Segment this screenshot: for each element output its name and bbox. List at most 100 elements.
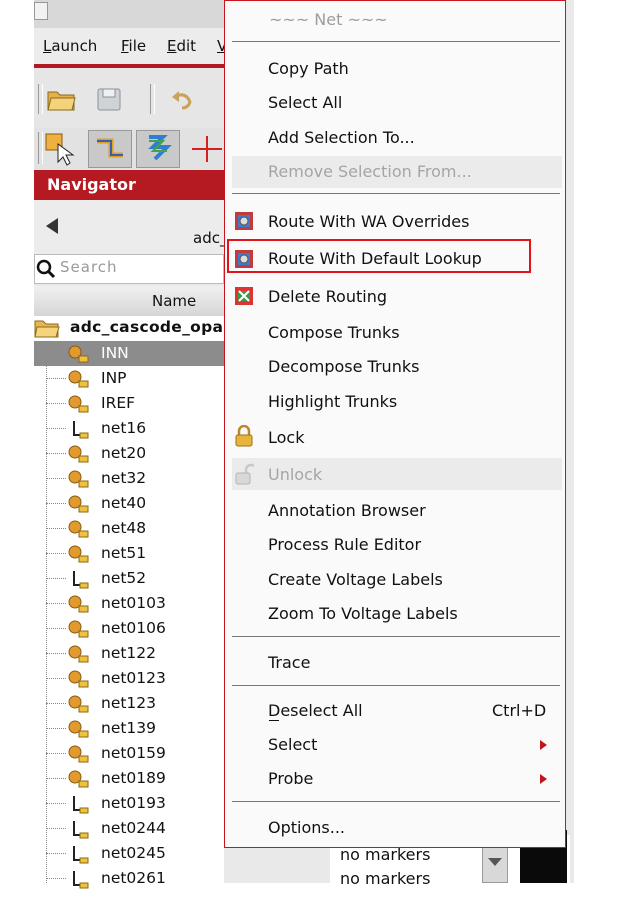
crosshair-icon[interactable] — [190, 134, 224, 168]
tree-connector — [46, 628, 66, 629]
tree-net-row[interactable]: net0123 — [34, 666, 224, 691]
tree-connector — [46, 453, 66, 454]
menu-separator — [232, 801, 560, 802]
tree-net-row[interactable]: net0189 — [34, 766, 224, 791]
tree-net-row[interactable]: net0103 — [34, 591, 224, 616]
add-selection-to-item[interactable]: Add Selection To... — [268, 128, 415, 148]
trunk-tool-button[interactable] — [136, 130, 180, 168]
tree-net-row[interactable]: net48 — [34, 516, 224, 541]
toolbar-grip — [150, 84, 155, 114]
tree-connector — [46, 753, 66, 754]
delete-routing-item[interactable]: Delete Routing — [268, 287, 387, 307]
highlight-trunks-item[interactable]: Highlight Trunks — [268, 392, 397, 412]
toolbar-grip — [38, 132, 43, 164]
tree-net-row[interactable]: net40 — [34, 491, 224, 516]
tree-net-label: INN — [101, 344, 129, 362]
column-name-label: Name — [152, 292, 197, 310]
select-pointer-icon[interactable] — [44, 132, 80, 170]
net-pin-icon — [66, 444, 89, 464]
tree-connector — [46, 503, 66, 504]
deselect-all-item[interactable]: Deselect All — [268, 701, 363, 721]
back-arrow-icon[interactable] — [46, 218, 58, 234]
probe-submenu-item[interactable]: Probe — [268, 769, 313, 789]
tree-net-row[interactable]: net0159 — [34, 741, 224, 766]
net-pin-icon — [66, 394, 89, 414]
copy-path-item[interactable]: Copy Path — [268, 59, 349, 79]
delete-routing-icon — [234, 286, 254, 306]
tree-net-row[interactable]: net0244 — [34, 816, 224, 841]
tree-net-row[interactable]: INN — [34, 341, 224, 366]
tree-net-row[interactable]: net0193 — [34, 791, 224, 816]
net-pin-icon — [66, 594, 89, 614]
tree-net-row[interactable]: IREF — [34, 391, 224, 416]
net-pin-icon — [66, 744, 89, 764]
tree-net-row[interactable]: net32 — [34, 466, 224, 491]
save-icon[interactable] — [96, 86, 124, 116]
tree-net-label: net48 — [101, 519, 147, 537]
zoom-voltage-labels-item[interactable]: Zoom To Voltage Labels — [268, 604, 458, 624]
menu-header: ~~~ Net ~~~ — [269, 10, 388, 29]
tree-net-label: net32 — [101, 469, 147, 487]
menu-separator — [232, 685, 560, 686]
tree-net-label: net40 — [101, 494, 147, 512]
scroll-down-icon[interactable] — [488, 858, 502, 866]
navigator-path: adc_ — [193, 229, 228, 247]
net-pin-icon — [66, 694, 89, 714]
compose-trunks-item[interactable]: Compose Trunks — [268, 323, 400, 343]
tree-net-row[interactable]: net0106 — [34, 616, 224, 641]
trace-item[interactable]: Trace — [268, 653, 310, 673]
tree-connector — [46, 653, 66, 654]
tree-net-label: INP — [101, 369, 127, 387]
annotation-browser-item[interactable]: Annotation Browser — [268, 501, 426, 521]
deselect-all-shortcut: Ctrl+D — [492, 701, 547, 720]
tree-connector — [46, 803, 66, 804]
tree-net-row[interactable]: net20 — [34, 441, 224, 466]
tree-net-label: IREF — [101, 394, 136, 412]
tree-net-row[interactable]: net123 — [34, 691, 224, 716]
net-pin-icon — [66, 644, 89, 664]
tree-net-label: net0261 — [101, 869, 166, 887]
tree-net-label: net52 — [101, 569, 147, 587]
tree-net-row[interactable]: net16 — [34, 416, 224, 441]
tree-net-label: net0123 — [101, 669, 166, 687]
net-wire-icon — [66, 794, 89, 814]
create-voltage-labels-item[interactable]: Create Voltage Labels — [268, 570, 443, 590]
open-folder-icon[interactable] — [46, 86, 78, 116]
tree-net-label: net0245 — [101, 844, 166, 862]
tree-net-row[interactable]: net52 — [34, 566, 224, 591]
tree-net-row[interactable]: INP — [34, 366, 224, 391]
toolbar-grip — [38, 84, 43, 114]
menu-launch[interactable]: Launch — [43, 37, 97, 55]
select-all-item[interactable]: Select All — [268, 93, 342, 113]
options-item[interactable]: Options... — [268, 818, 345, 838]
tree-connector — [46, 853, 66, 854]
unlock-icon — [234, 463, 255, 485]
lock-icon — [234, 424, 254, 447]
undo-icon[interactable] — [170, 88, 196, 116]
tree-net-label: net0193 — [101, 794, 166, 812]
select-submenu-item[interactable]: Select — [268, 735, 317, 755]
tree-root[interactable]: adc_cascode_opam — [70, 318, 240, 336]
route-tool-button[interactable] — [88, 130, 132, 168]
tree-net-label: net139 — [101, 719, 157, 737]
menu-separator — [232, 636, 560, 637]
net-pin-icon — [66, 669, 89, 689]
tree-net-row[interactable]: net51 — [34, 541, 224, 566]
tree-net-row[interactable]: net0245 — [34, 841, 224, 866]
menu-separator — [232, 193, 560, 194]
tree-net-row[interactable]: net139 — [34, 716, 224, 741]
window-control-icon[interactable] — [34, 2, 48, 20]
process-rule-editor-item[interactable]: Process Rule Editor — [268, 535, 421, 555]
menu-edit[interactable]: Edit — [167, 37, 196, 55]
tree-net-row[interactable]: net122 — [34, 641, 224, 666]
menu-file[interactable]: File — [121, 37, 146, 55]
lock-item[interactable]: Lock — [268, 428, 304, 448]
net-pin-icon — [66, 344, 89, 364]
submenu-arrow-icon — [540, 774, 547, 784]
menu-separator — [232, 41, 560, 42]
decompose-trunks-item[interactable]: Decompose Trunks — [268, 357, 419, 377]
search-input[interactable]: Search — [60, 258, 118, 276]
tree-net-row[interactable]: net0261 — [34, 866, 224, 891]
tree-net-label: net0106 — [101, 619, 166, 637]
route-wa-overrides-item[interactable]: Route With WA Overrides — [268, 212, 469, 232]
